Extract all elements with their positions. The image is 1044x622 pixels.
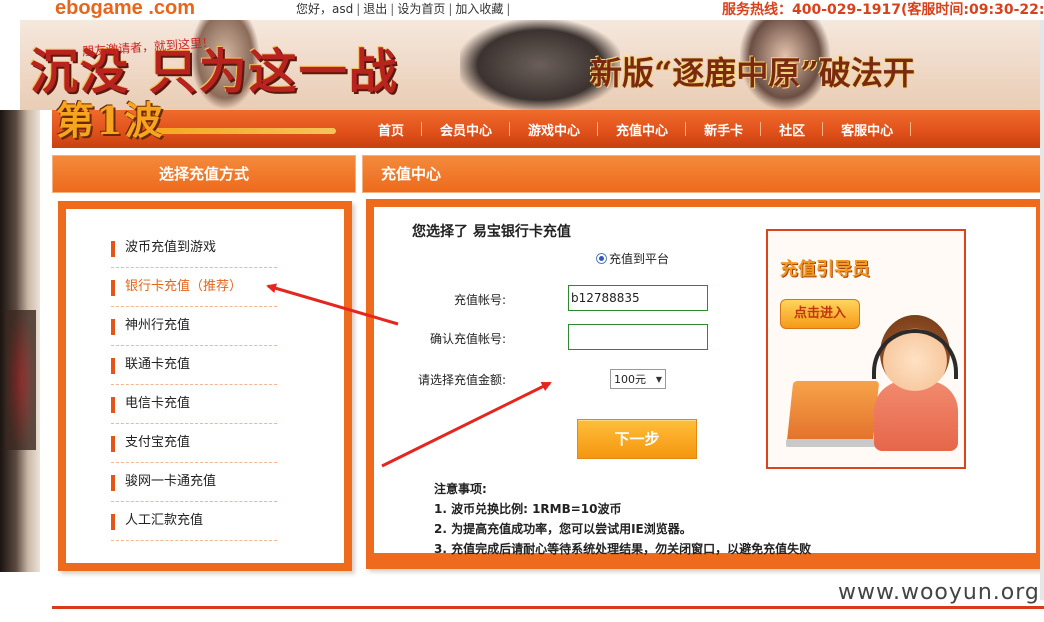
method-junnet-card[interactable]: 骏网一卡通充值 — [111, 463, 277, 502]
selected-method-title: 您选择了 易宝银行卡充值 — [412, 224, 571, 240]
watermark: www.wooyun.org — [838, 580, 1040, 605]
banner-subtitle: 新版“逐鹿中原”破法开 — [590, 54, 915, 92]
footer-divider — [52, 606, 1044, 609]
radio-label: 充值到平台 — [609, 252, 670, 266]
recharge-panel: 您选择了 易宝银行卡充值 充值到平台 充值帐号: 确认充值帐号: 请选择充值金额… — [366, 199, 1044, 569]
nav-home[interactable]: 首页 — [348, 120, 423, 139]
badge-text: 第1波 — [56, 98, 165, 143]
girl-body — [874, 381, 958, 451]
amount-value: 100元 — [614, 373, 646, 386]
method-bank-card[interactable]: 银行卡充值（推荐） — [111, 268, 277, 307]
method-shenzhouxing[interactable]: 神州行充值 — [111, 307, 277, 346]
nav-member-center[interactable]: 会员中心 — [422, 120, 511, 139]
nav-community[interactable]: 社区 — [761, 120, 824, 139]
badge-arrow — [146, 128, 336, 134]
note-item: 3. 充值完成后请耐心等待系统处理结果，勿关闭窗口，以避免充值失败 — [434, 542, 812, 556]
service-hotline: 服务热线：400-029-1917(客服时间:09:30-22: — [722, 2, 1044, 18]
note-item: 2. 为提高充值成功率，您可以尝试用IE浏览器。 — [434, 522, 692, 536]
divider: | — [390, 2, 395, 16]
recharge-target-radio[interactable]: 充值到平台 — [596, 250, 669, 267]
divider: | — [448, 2, 453, 16]
amount-label: 请选择充值金额: — [418, 373, 507, 387]
method-bobi-to-game[interactable]: 波币充值到游戏 — [111, 229, 277, 268]
nav-game-center[interactable]: 游戏中心 — [510, 120, 599, 139]
payment-method-panel: 波币充值到游戏 银行卡充值（推荐） 神州行充值 联通卡充值 电信卡充值 支付宝充… — [58, 201, 352, 571]
radio-checked-icon[interactable] — [596, 253, 607, 264]
recharge-guide-box[interactable]: 充值引导员 点击进入 — [766, 229, 966, 469]
confirm-account-input[interactable] — [568, 324, 708, 350]
game-logo-badge[interactable]: 第1波 — [56, 88, 336, 143]
account-input[interactable] — [568, 285, 708, 311]
nav-customer-service[interactable]: 客服中心 — [823, 120, 912, 139]
site-logo[interactable]: ebogame .com — [55, 0, 195, 20]
divider: | — [506, 2, 511, 16]
method-manual-transfer[interactable]: 人工汇款充值 — [111, 502, 277, 541]
notes-title: 注意事项: — [434, 482, 487, 496]
chevron-down-icon: ▼ — [655, 374, 662, 384]
right-panel-heading: 充值中心 — [362, 155, 1044, 193]
account-label: 充值帐号: — [454, 293, 507, 307]
method-alipay[interactable]: 支付宝充值 — [111, 424, 277, 463]
laptop-icon — [786, 381, 880, 443]
left-panel-heading: 选择充值方式 — [52, 155, 356, 193]
method-telecom-card[interactable]: 电信卡充值 — [111, 385, 277, 424]
nav-recharge-center[interactable]: 充值中心 — [598, 120, 687, 139]
guide-enter-button[interactable]: 点击进入 — [780, 299, 860, 329]
note-item: 1. 波币兑换比例: 1RMB=10波币 — [434, 502, 622, 516]
nav-newbie-card[interactable]: 新手卡 — [686, 120, 762, 139]
method-unicom-card[interactable]: 联通卡充值 — [111, 346, 277, 385]
logo-suffix: .com — [142, 0, 196, 19]
recharge-form: 您选择了 易宝银行卡充值 充值到平台 充值帐号: 确认充值帐号: 请选择充值金额… — [374, 207, 1036, 556]
side-character-art — [0, 110, 40, 572]
greeting-text: 您好，asd — [296, 2, 354, 16]
page: ebogame .com 您好，asd | 退出 | 设为首页 | 加入收藏 | 服务热线：4… — [0, 0, 1044, 622]
amount-select[interactable]: 100元 ▼ — [610, 369, 666, 389]
set-homepage-link[interactable]: 设为首页 — [397, 2, 445, 16]
top-bar: ebogame .com 您好，asd | 退出 | 设为首页 | 加入收藏 | 服务热线：4… — [0, 0, 1044, 20]
top-links: 您好，asd | 退出 | 设为首页 | 加入收藏 | — [296, 0, 513, 17]
add-favorite-link[interactable]: 加入收藏 — [455, 2, 503, 16]
confirm-account-label: 确认充值帐号: — [430, 332, 507, 346]
notes-section: 注意事项: 1. 波币兑换比例: 1RMB=10波币 2. 为提高充值成功率，您… — [434, 479, 811, 559]
logout-link[interactable]: 退出 — [363, 2, 387, 16]
next-step-button[interactable]: 下一步 — [577, 419, 697, 459]
guide-title: 充值引导员 — [780, 259, 870, 280]
nav-items: 首页 会员中心 游戏中心 充值中心 新手卡 社区 客服中心 — [348, 110, 912, 148]
divider: | — [356, 2, 361, 16]
payment-method-list: 波币充值到游戏 银行卡充值（推荐） 神州行充值 联通卡充值 电信卡充值 支付宝充… — [66, 209, 344, 563]
scrollbar[interactable] — [1040, 20, 1044, 600]
logo-prefix: ebogame — [55, 0, 143, 19]
